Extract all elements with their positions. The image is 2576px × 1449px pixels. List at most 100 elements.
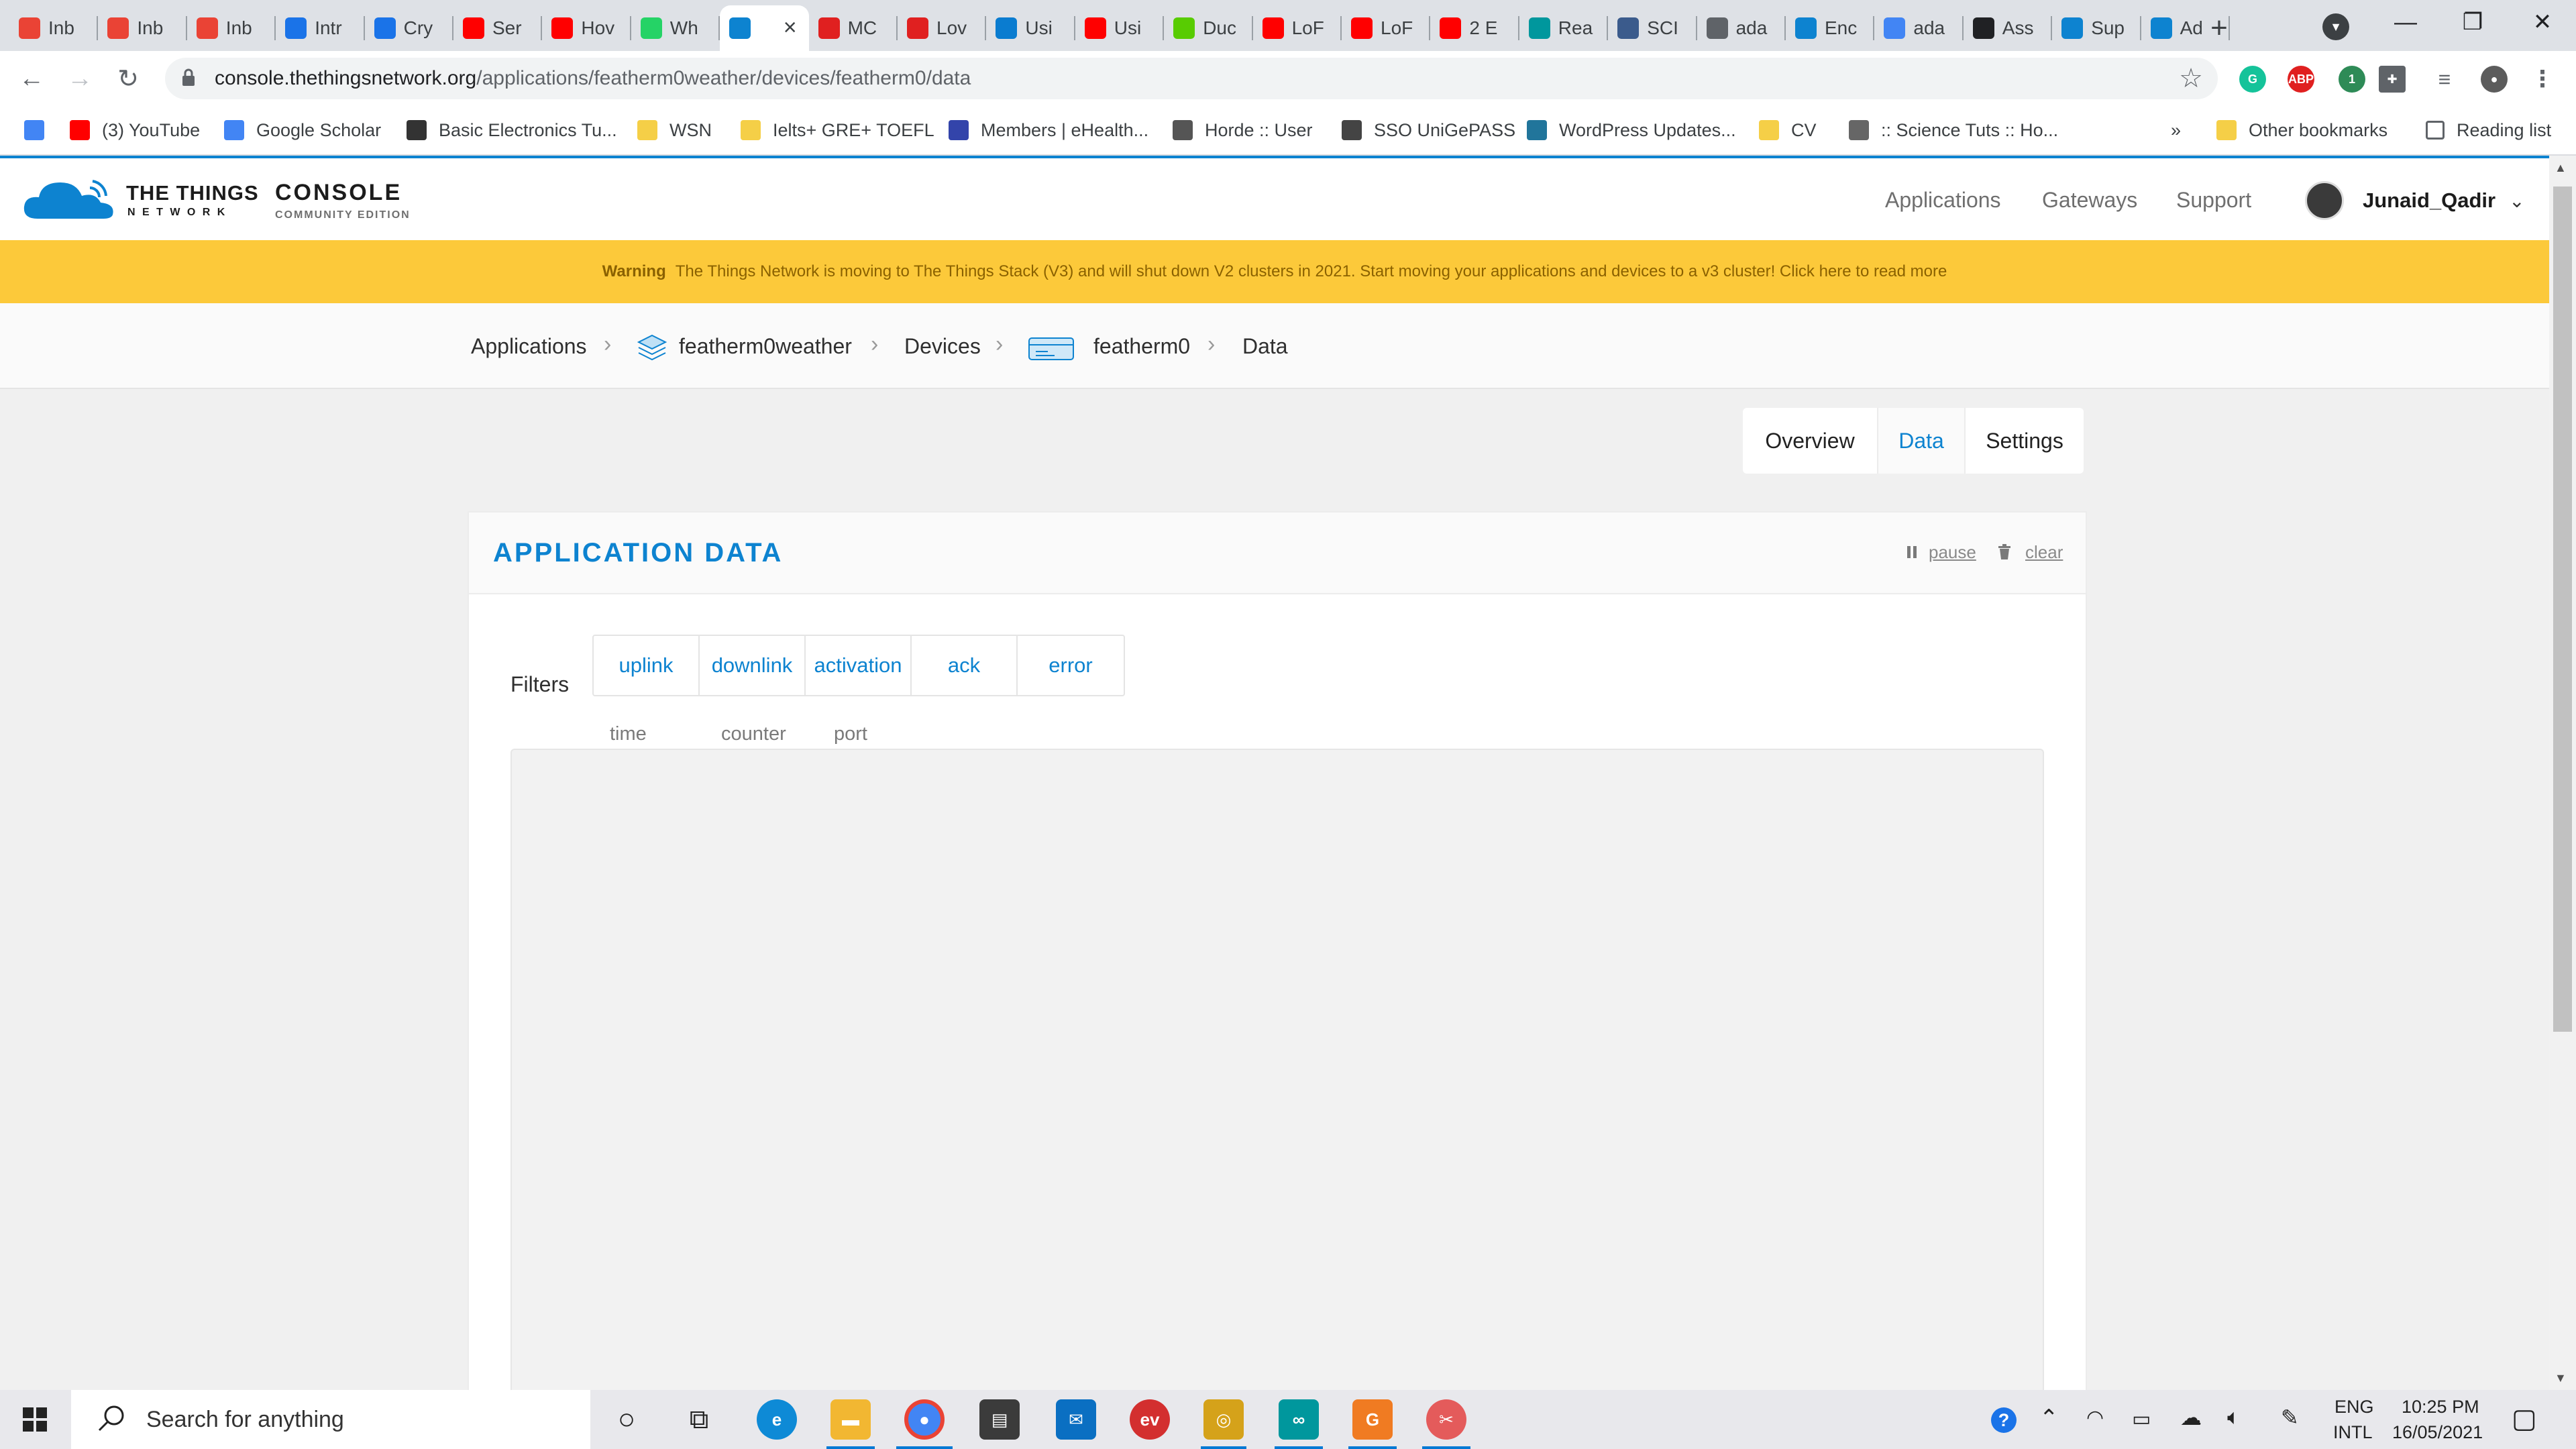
bookmark-item[interactable] bbox=[24, 115, 56, 145]
close-window-button[interactable]: ✕ bbox=[2509, 0, 2576, 44]
reload-icon[interactable]: ↻ bbox=[111, 62, 145, 95]
tab-data[interactable]: Data bbox=[1878, 408, 1966, 474]
nav-gateways[interactable]: Gateways bbox=[2042, 188, 2137, 213]
address-bar[interactable]: console.thethingsnetwork.org/application… bbox=[165, 58, 2218, 99]
restore-button[interactable]: ❐ bbox=[2439, 0, 2506, 44]
profile-avatar[interactable]: ● bbox=[2481, 66, 2508, 93]
browser-tab[interactable]: Rea bbox=[1519, 5, 1609, 51]
filter-ack[interactable]: ack bbox=[912, 636, 1018, 695]
store-icon[interactable]: ▤ bbox=[979, 1399, 1020, 1440]
browser-tab[interactable]: 2 E bbox=[1430, 5, 1519, 51]
bookmark-item[interactable]: WSN bbox=[637, 115, 712, 145]
battery-icon[interactable]: ▭ bbox=[2132, 1407, 2151, 1431]
browser-tab[interactable]: Hov bbox=[542, 5, 631, 51]
tab-search-icon[interactable]: ▼ bbox=[2322, 13, 2349, 40]
user-menu[interactable]: Junaid_Qadir ⌄ bbox=[2305, 178, 2525, 223]
browser-tab[interactable]: Sup bbox=[2052, 5, 2141, 51]
windows-start-icon[interactable] bbox=[23, 1407, 47, 1432]
nav-applications[interactable]: Applications bbox=[1885, 188, 2001, 213]
pause-link[interactable]: pause bbox=[1929, 542, 1976, 563]
browser-tab[interactable]: MC bbox=[809, 5, 898, 51]
tab-overview[interactable]: Overview bbox=[1743, 408, 1878, 474]
browser-tab[interactable]: Usi bbox=[1075, 5, 1165, 51]
lock-icon[interactable] bbox=[181, 68, 196, 87]
browser-tab[interactable]: Ass bbox=[1964, 5, 2053, 51]
expressvpn-icon[interactable]: ev bbox=[1130, 1399, 1170, 1440]
trash-icon[interactable] bbox=[1997, 543, 2012, 561]
more-bookmarks-chevron[interactable]: » bbox=[2171, 115, 2181, 145]
browser-tab[interactable]: SCI bbox=[1608, 5, 1697, 51]
browser-tab[interactable]: Intr bbox=[276, 5, 365, 51]
browser-tab[interactable]: Usi bbox=[986, 5, 1075, 51]
chevron-up-icon[interactable]: ⌃ bbox=[2039, 1405, 2059, 1432]
url-text[interactable]: console.thethingsnetwork.org/application… bbox=[215, 67, 971, 90]
clock-time[interactable]: 10:25 PM bbox=[2402, 1397, 2479, 1417]
breadcrumb-application[interactable]: featherm0weather bbox=[679, 334, 852, 359]
back-arrow-icon[interactable]: ← bbox=[15, 62, 48, 95]
bookmark-item[interactable]: WordPress Updates... bbox=[1527, 115, 1736, 145]
bookmark-item[interactable]: CV bbox=[1759, 115, 1817, 145]
arduino-icon[interactable]: ∞ bbox=[1279, 1399, 1319, 1440]
taskbar-search[interactable]: Search for anything bbox=[71, 1390, 590, 1449]
bookmark-item[interactable]: SSO UniGePASS bbox=[1342, 115, 1515, 145]
browser-tab[interactable]: Inb bbox=[9, 5, 99, 51]
menu-kebab-icon[interactable]: ⋮ bbox=[2529, 66, 2556, 93]
breadcrumb-devices[interactable]: Devices bbox=[904, 334, 981, 359]
edge-icon[interactable]: e bbox=[757, 1399, 797, 1440]
task-view-icon[interactable]: ⧉ bbox=[679, 1399, 719, 1440]
ttn-logo[interactable]: THE THINGS N E T W O R K CONSOLE COMMUNI… bbox=[23, 173, 452, 227]
browser-tab[interactable]: ada bbox=[1697, 5, 1786, 51]
cortana-icon[interactable]: ○ bbox=[606, 1399, 647, 1440]
scrollbar-thumb[interactable] bbox=[2553, 186, 2572, 1032]
browser-tab[interactable]: Ser bbox=[453, 5, 543, 51]
bookmark-item[interactable]: Ielts+ GRE+ TOEFL bbox=[741, 115, 934, 145]
pause-icon[interactable] bbox=[1906, 545, 1918, 559]
new-tab-button[interactable]: + bbox=[2200, 9, 2238, 47]
extension-icon[interactable]: 1 bbox=[2339, 66, 2365, 93]
pen-icon[interactable]: ✎ bbox=[2281, 1405, 2299, 1430]
browser-tab[interactable]: LoF bbox=[1342, 5, 1431, 51]
help-icon[interactable]: ? bbox=[1991, 1407, 2017, 1433]
snip-tool-icon[interactable]: ✂ bbox=[1426, 1399, 1466, 1440]
extension-icon[interactable]: G bbox=[2239, 66, 2266, 93]
browser-tab[interactable]: Inb bbox=[187, 5, 276, 51]
browser-tab[interactable]: Wh bbox=[631, 5, 720, 51]
nav-support[interactable]: Support bbox=[2176, 188, 2251, 213]
browser-tab[interactable]: Enc bbox=[1786, 5, 1875, 51]
browser-tab[interactable]: Lov bbox=[898, 5, 987, 51]
extensions-puzzle-icon[interactable]: ✚ bbox=[2379, 66, 2406, 93]
filter-downlink[interactable]: downlink bbox=[700, 636, 806, 695]
bookmark-star-icon[interactable]: ☆ bbox=[2179, 63, 2203, 94]
browser-tab[interactable]: Inb bbox=[98, 5, 187, 51]
clock-date[interactable]: 16/05/2021 bbox=[2392, 1422, 2483, 1443]
close-tab-icon[interactable]: × bbox=[784, 15, 797, 41]
onedrive-cloud-icon[interactable]: ☁ bbox=[2180, 1405, 2202, 1430]
browser-tab[interactable]: Duc bbox=[1164, 5, 1253, 51]
volume-icon[interactable]: 🔈︎ bbox=[2227, 1405, 2240, 1430]
minimize-button[interactable]: — bbox=[2372, 0, 2439, 44]
forward-arrow-icon[interactable]: → bbox=[63, 62, 97, 95]
chrome-icon[interactable]: ● bbox=[904, 1399, 945, 1440]
wifi-icon[interactable]: ◠ bbox=[2086, 1406, 2104, 1430]
scroll-down-arrow[interactable]: ▼ bbox=[2555, 1371, 2567, 1385]
file-explorer-icon[interactable]: ▬ bbox=[830, 1399, 871, 1440]
mail-icon[interactable]: ✉ bbox=[1056, 1399, 1096, 1440]
bookmark-item[interactable]: Members | eHealth... bbox=[949, 115, 1148, 145]
notifications-icon[interactable]: ▢ bbox=[2512, 1403, 2537, 1434]
bookmark-item[interactable]: Google Scholar bbox=[224, 115, 381, 145]
tab-settings[interactable]: Settings bbox=[1966, 408, 2084, 474]
breadcrumb-applications[interactable]: Applications bbox=[471, 334, 587, 359]
migration-warning-banner[interactable]: Warning The Things Network is moving to … bbox=[0, 240, 2549, 305]
extension-icon[interactable]: ABP bbox=[2288, 66, 2314, 93]
filter-activation[interactable]: activation bbox=[806, 636, 912, 695]
scroll-up-arrow[interactable]: ▲ bbox=[2555, 161, 2567, 175]
reading-list-icon[interactable]: ≡ bbox=[2431, 66, 2458, 93]
language-line2[interactable]: INTL bbox=[2333, 1422, 2373, 1443]
app-icon[interactable]: ◎ bbox=[1203, 1399, 1244, 1440]
other-bookmarks[interactable]: Other bookmarks bbox=[2216, 115, 2387, 145]
bookmark-item[interactable]: :: Science Tuts :: Ho... bbox=[1849, 115, 2058, 145]
clear-link[interactable]: clear bbox=[2025, 542, 2063, 563]
browser-tab[interactable]: ada bbox=[1874, 5, 1964, 51]
language-line1[interactable]: ENG bbox=[2334, 1397, 2374, 1417]
filter-uplink[interactable]: uplink bbox=[594, 636, 700, 695]
